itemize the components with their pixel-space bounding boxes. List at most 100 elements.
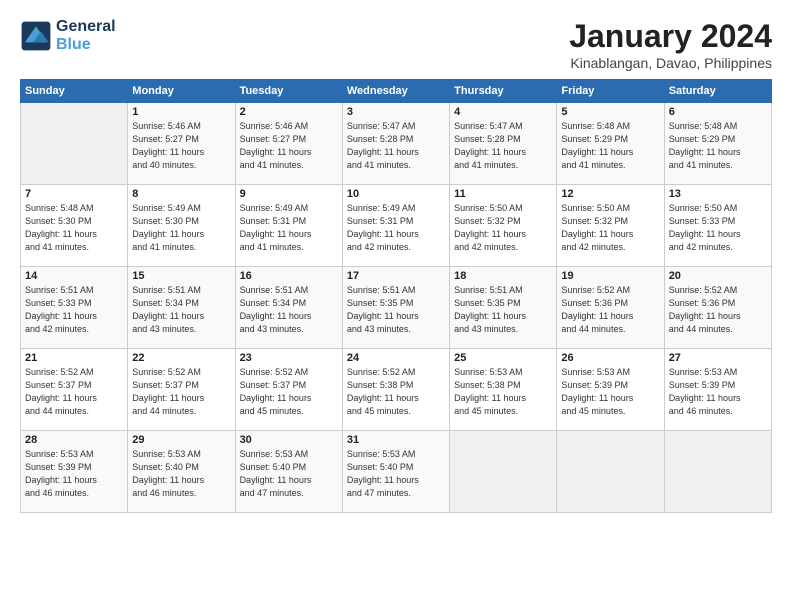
day-info: Sunrise: 5:49 AMSunset: 5:31 PMDaylight:…: [347, 202, 445, 254]
day-info: Sunrise: 5:53 AMSunset: 5:40 PMDaylight:…: [347, 448, 445, 500]
calendar-cell: [21, 103, 128, 185]
day-number: 5: [561, 106, 659, 118]
day-info: Sunrise: 5:52 AMSunset: 5:37 PMDaylight:…: [25, 366, 123, 418]
day-number: 19: [561, 270, 659, 282]
logo-blue: Blue: [56, 36, 116, 54]
day-number: 28: [25, 434, 123, 446]
day-number: 31: [347, 434, 445, 446]
day-number: 8: [132, 188, 230, 200]
day-number: 22: [132, 352, 230, 364]
day-number: 18: [454, 270, 552, 282]
calendar-cell: 12Sunrise: 5:50 AMSunset: 5:32 PMDayligh…: [557, 185, 664, 267]
day-number: 1: [132, 106, 230, 118]
calendar-cell: 16Sunrise: 5:51 AMSunset: 5:34 PMDayligh…: [235, 267, 342, 349]
calendar-cell: [664, 431, 771, 513]
day-info: Sunrise: 5:50 AMSunset: 5:32 PMDaylight:…: [454, 202, 552, 254]
day-number: 7: [25, 188, 123, 200]
day-info: Sunrise: 5:48 AMSunset: 5:29 PMDaylight:…: [561, 120, 659, 172]
day-info: Sunrise: 5:49 AMSunset: 5:30 PMDaylight:…: [132, 202, 230, 254]
calendar-cell: 10 Sunrise: 5:49 AMSunset: 5:31 PMDayligh…: [342, 185, 449, 267]
calendar-cell: [450, 431, 557, 513]
day-number: 11: [454, 188, 552, 200]
weekday-header-tuesday: Tuesday: [235, 80, 342, 103]
day-info: Sunrise: 5:49 AMSunset: 5:31 PMDaylight:…: [240, 202, 338, 254]
day-info: Sunrise: 5:53 AMSunset: 5:40 PMDaylight:…: [132, 448, 230, 500]
calendar-table: SundayMondayTuesdayWednesdayThursdayFrid…: [20, 79, 772, 513]
weekday-row: SundayMondayTuesdayWednesdayThursdayFrid…: [21, 80, 772, 103]
calendar-header: SundayMondayTuesdayWednesdayThursdayFrid…: [21, 80, 772, 103]
calendar-cell: 3 Sunrise: 5:47 AMSunset: 5:28 PMDaylight…: [342, 103, 449, 185]
day-info: Sunrise: 5:48 AMSunset: 5:29 PMDaylight:…: [669, 120, 767, 172]
calendar-cell: 14 Sunrise: 5:51 AMSunset: 5:33 PMDayligh…: [21, 267, 128, 349]
page: General Blue January 2024 Kinablangan, D…: [0, 0, 792, 612]
day-info: Sunrise: 5:47 AMSunset: 5:28 PMDaylight:…: [347, 120, 445, 172]
day-info: Sunrise: 5:52 AMSunset: 5:37 PMDaylight:…: [240, 366, 338, 418]
day-number: 9: [240, 188, 338, 200]
weekday-header-thursday: Thursday: [450, 80, 557, 103]
day-info: Sunrise: 5:53 AMSunset: 5:39 PMDaylight:…: [561, 366, 659, 418]
title-area: January 2024 Kinablangan, Davao, Philipp…: [569, 18, 772, 71]
day-info: Sunrise: 5:53 AMSunset: 5:38 PMDaylight:…: [454, 366, 552, 418]
day-info: Sunrise: 5:46 AMSunset: 5:27 PMDaylight:…: [240, 120, 338, 172]
logo-general: General: [56, 18, 116, 36]
calendar-cell: 17 Sunrise: 5:51 AMSunset: 5:35 PMDayligh…: [342, 267, 449, 349]
day-number: 2: [240, 106, 338, 118]
calendar-cell: 27Sunrise: 5:53 AMSunset: 5:39 PMDayligh…: [664, 349, 771, 431]
day-number: 10: [347, 188, 445, 200]
day-number: 24: [347, 352, 445, 364]
day-number: 17: [347, 270, 445, 282]
day-info: Sunrise: 5:53 AMSunset: 5:39 PMDaylight:…: [669, 366, 767, 418]
day-info: Sunrise: 5:50 AMSunset: 5:33 PMDaylight:…: [669, 202, 767, 254]
day-number: 4: [454, 106, 552, 118]
week-row-5: 28Sunrise: 5:53 AMSunset: 5:39 PMDayligh…: [21, 431, 772, 513]
calendar-cell: 21Sunrise: 5:52 AMSunset: 5:37 PMDayligh…: [21, 349, 128, 431]
calendar-cell: 30Sunrise: 5:53 AMSunset: 5:40 PMDayligh…: [235, 431, 342, 513]
day-info: Sunrise: 5:46 AMSunset: 5:27 PMDaylight:…: [132, 120, 230, 172]
calendar-cell: 4Sunrise: 5:47 AMSunset: 5:28 PMDaylight…: [450, 103, 557, 185]
day-number: 15: [132, 270, 230, 282]
month-title: January 2024: [569, 18, 772, 55]
calendar-cell: 1 Sunrise: 5:46 AMSunset: 5:27 PMDaylight…: [128, 103, 235, 185]
week-row-2: 7 Sunrise: 5:48 AMSunset: 5:30 PMDaylight…: [21, 185, 772, 267]
day-info: Sunrise: 5:51 AMSunset: 5:34 PMDaylight:…: [240, 284, 338, 336]
weekday-header-wednesday: Wednesday: [342, 80, 449, 103]
day-number: 29: [132, 434, 230, 446]
day-number: 20: [669, 270, 767, 282]
day-number: 25: [454, 352, 552, 364]
calendar-cell: 20Sunrise: 5:52 AMSunset: 5:36 PMDayligh…: [664, 267, 771, 349]
day-info: Sunrise: 5:51 AMSunset: 5:35 PMDaylight:…: [347, 284, 445, 336]
logo-text: General Blue: [56, 18, 116, 53]
calendar-cell: 19 Sunrise: 5:52 AMSunset: 5:36 PMDayligh…: [557, 267, 664, 349]
logo: General Blue: [20, 18, 116, 53]
header: General Blue January 2024 Kinablangan, D…: [20, 18, 772, 71]
day-number: 14: [25, 270, 123, 282]
day-info: Sunrise: 5:51 AMSunset: 5:35 PMDaylight:…: [454, 284, 552, 336]
day-info: Sunrise: 5:48 AMSunset: 5:30 PMDaylight:…: [25, 202, 123, 254]
day-info: Sunrise: 5:51 AMSunset: 5:34 PMDaylight:…: [132, 284, 230, 336]
day-number: 3: [347, 106, 445, 118]
day-info: Sunrise: 5:51 AMSunset: 5:33 PMDaylight:…: [25, 284, 123, 336]
calendar-cell: 8 Sunrise: 5:49 AMSunset: 5:30 PMDaylight…: [128, 185, 235, 267]
day-number: 13: [669, 188, 767, 200]
day-info: Sunrise: 5:53 AMSunset: 5:40 PMDaylight:…: [240, 448, 338, 500]
calendar-cell: 28Sunrise: 5:53 AMSunset: 5:39 PMDayligh…: [21, 431, 128, 513]
day-info: Sunrise: 5:52 AMSunset: 5:36 PMDaylight:…: [561, 284, 659, 336]
week-row-4: 21Sunrise: 5:52 AMSunset: 5:37 PMDayligh…: [21, 349, 772, 431]
calendar-body: 1 Sunrise: 5:46 AMSunset: 5:27 PMDaylight…: [21, 103, 772, 513]
calendar-cell: 22Sunrise: 5:52 AMSunset: 5:37 PMDayligh…: [128, 349, 235, 431]
day-number: 26: [561, 352, 659, 364]
day-number: 23: [240, 352, 338, 364]
weekday-header-monday: Monday: [128, 80, 235, 103]
calendar-cell: 23 Sunrise: 5:52 AMSunset: 5:37 PMDayligh…: [235, 349, 342, 431]
calendar-cell: 5 Sunrise: 5:48 AMSunset: 5:29 PMDaylight…: [557, 103, 664, 185]
calendar-cell: 15 Sunrise: 5:51 AMSunset: 5:34 PMDayligh…: [128, 267, 235, 349]
logo-icon: [20, 20, 52, 52]
weekday-header-sunday: Sunday: [21, 80, 128, 103]
week-row-3: 14 Sunrise: 5:51 AMSunset: 5:33 PMDayligh…: [21, 267, 772, 349]
calendar-cell: 24Sunrise: 5:52 AMSunset: 5:38 PMDayligh…: [342, 349, 449, 431]
calendar-cell: 26 Sunrise: 5:53 AMSunset: 5:39 PMDayligh…: [557, 349, 664, 431]
calendar-cell: 11 Sunrise: 5:50 AMSunset: 5:32 PMDayligh…: [450, 185, 557, 267]
calendar-cell: 18 Sunrise: 5:51 AMSunset: 5:35 PMDayligh…: [450, 267, 557, 349]
weekday-header-friday: Friday: [557, 80, 664, 103]
weekday-header-saturday: Saturday: [664, 80, 771, 103]
